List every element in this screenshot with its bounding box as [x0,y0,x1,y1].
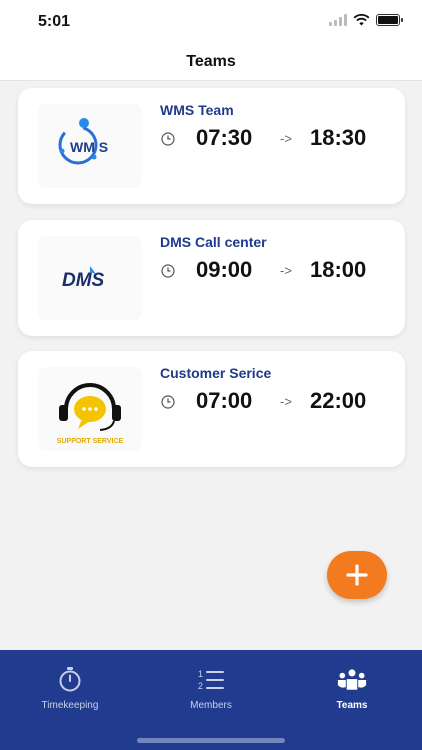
clock-icon [161,395,175,409]
svg-text:2: 2 [198,681,203,691]
time-arrow: -> [280,263,292,278]
tab-teams[interactable]: Teams [282,650,422,730]
team-name: DMS Call center [160,234,267,250]
svg-text:DMS: DMS [62,270,105,291]
dms-logo: DMS [62,266,105,291]
team-card[interactable]: SUPPORT SERVICE Customer Serice 07:00 ->… [18,351,405,467]
team-logo: WM S [38,104,142,188]
end-time: 18:00 [310,257,367,282]
plus-icon [346,564,368,586]
team-name: WMS Team [160,102,234,118]
team-name: Customer Serice [160,365,272,381]
svg-text:1: 1 [198,669,203,679]
status-time: 5:01 [38,13,71,30]
team-card[interactable]: WM S WMS Team 07:30 -> 18:30 [18,88,405,204]
wifi-icon [353,14,370,26]
tab-label: Teams [336,700,368,711]
tab-timekeeping[interactable]: Timekeeping [0,650,140,730]
page-title: Teams [186,53,236,70]
start-time: 07:00 [196,388,253,413]
svg-text:WM S: WM S [70,139,108,155]
tab-bar: Timekeeping 1 2 Members Teams [0,650,422,750]
numbered-list-icon: 1 2 [196,666,226,694]
end-time: 22:00 [310,388,367,413]
clock-icon [161,264,175,278]
start-time: 09:00 [196,257,253,282]
tab-label: Timekeeping [41,700,99,711]
team-icon [337,666,367,694]
time-arrow: -> [280,131,292,146]
nav-header: Teams [0,44,422,81]
status-bar: 5:01 [0,0,422,44]
status-icons [329,14,403,26]
team-card[interactable]: DMS DMS Call center 09:00 -> 18:00 [18,220,405,336]
end-time: 18:30 [310,125,367,150]
clock-icon [161,132,175,146]
wms-logo: WM S [58,118,108,165]
svg-text:SUPPORT SERVICE: SUPPORT SERVICE [57,438,124,445]
tab-label: Members [190,700,232,711]
tab-members[interactable]: 1 2 Members [141,650,281,730]
team-logo: SUPPORT SERVICE [38,367,142,451]
team-logo: DMS [38,236,142,320]
support-service-logo: SUPPORT SERVICE [57,383,124,445]
add-team-button[interactable] [327,551,387,599]
stopwatch-icon [55,666,85,694]
battery-icon [376,14,403,26]
signal-icon [329,14,347,26]
home-indicator [137,738,285,743]
time-arrow: -> [280,394,292,409]
start-time: 07:30 [196,125,253,150]
